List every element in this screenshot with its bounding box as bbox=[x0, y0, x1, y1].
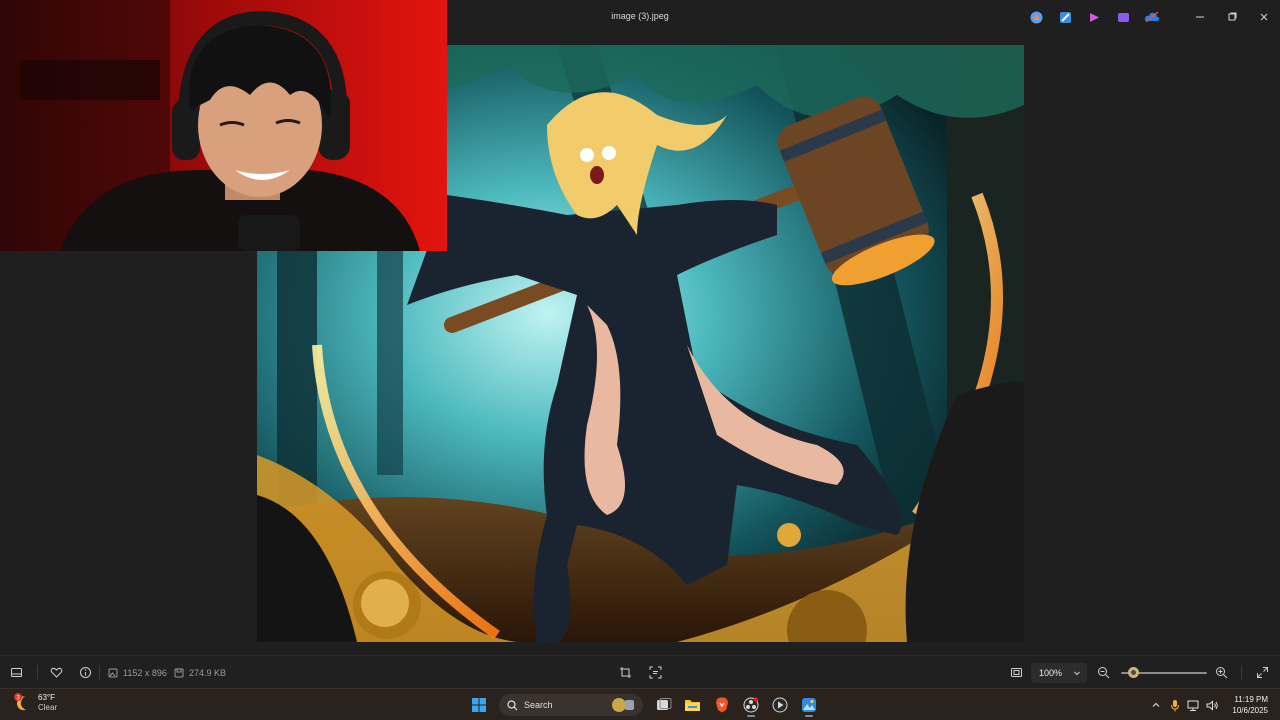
volume-tray-button[interactable] bbox=[1203, 689, 1222, 720]
taskbar: 3 63°F Clear Search 11:19 PM 10/6/2025 bbox=[0, 688, 1280, 720]
network-tray-button[interactable] bbox=[1184, 689, 1203, 720]
fit-icon bbox=[1011, 668, 1022, 677]
taskbar-search[interactable]: Search bbox=[499, 694, 643, 716]
file-size-text: 274.9 KB bbox=[189, 667, 227, 678]
photos-icon bbox=[801, 698, 816, 712]
filmstrip-button[interactable] bbox=[10, 656, 23, 689]
brave-icon bbox=[715, 697, 728, 713]
copilot-icon[interactable] bbox=[1026, 7, 1046, 27]
image-file-size: 274.9 KB bbox=[174, 656, 226, 689]
info-icon bbox=[80, 667, 91, 678]
chevron-up-icon bbox=[1152, 702, 1160, 707]
folder-icon bbox=[685, 700, 700, 711]
close-button[interactable] bbox=[1248, 0, 1280, 34]
system-tray: 11:19 PM 10/6/2025 bbox=[1146, 689, 1280, 720]
dimensions-text: 1152 x 896 bbox=[123, 667, 167, 678]
file-info-button[interactable] bbox=[79, 656, 92, 689]
obs-button[interactable] bbox=[738, 692, 763, 718]
disk-icon bbox=[174, 668, 184, 677]
file-explorer-button[interactable] bbox=[680, 692, 705, 718]
onedrive-icon[interactable] bbox=[1142, 7, 1162, 27]
play-icon bbox=[772, 697, 787, 713]
search-label: Search bbox=[524, 700, 553, 710]
bottom-toolbar: 1152 x 896 274.9 KB 100% bbox=[0, 655, 1280, 688]
task-view-icon bbox=[656, 698, 671, 710]
speaker-icon bbox=[1206, 699, 1219, 711]
media-player-button[interactable] bbox=[767, 692, 792, 718]
zoom-in-icon bbox=[1216, 667, 1228, 679]
expand-icon bbox=[1257, 667, 1268, 678]
zoom-dropdown[interactable]: 100% bbox=[1031, 656, 1087, 689]
webcam-overlay bbox=[0, 0, 447, 251]
zoom-in-button[interactable] bbox=[1215, 656, 1228, 689]
obs-icon bbox=[743, 697, 758, 713]
weather-temperature: 63°F bbox=[38, 693, 55, 702]
chevron-down-icon bbox=[1074, 671, 1080, 675]
search-highlight-icon bbox=[612, 698, 634, 712]
search-icon bbox=[507, 699, 518, 710]
clock-time: 11:19 PM bbox=[1234, 695, 1268, 704]
clipchamp-icon[interactable] bbox=[1084, 7, 1104, 27]
weather-widget[interactable]: 3 63°F Clear bbox=[12, 693, 57, 713]
network-icon bbox=[1187, 700, 1199, 711]
clock-date: 10/6/2025 bbox=[1232, 706, 1268, 715]
paint-icon[interactable] bbox=[1055, 7, 1075, 27]
windows-logo-icon bbox=[471, 698, 486, 712]
brave-browser-button[interactable] bbox=[709, 692, 734, 718]
crop-button[interactable] bbox=[619, 656, 632, 689]
maximize-button[interactable] bbox=[1216, 0, 1248, 34]
heart-icon bbox=[50, 667, 63, 678]
image-dimensions: 1152 x 896 bbox=[108, 656, 167, 689]
zoom-out-button[interactable] bbox=[1097, 656, 1110, 689]
microphone-icon bbox=[1170, 699, 1179, 711]
full-screen-button[interactable] bbox=[1256, 656, 1269, 689]
webcam-feed bbox=[0, 0, 447, 251]
filmstrip-icon bbox=[11, 668, 22, 677]
task-view-button[interactable] bbox=[651, 692, 676, 718]
designer-icon[interactable] bbox=[1113, 7, 1133, 27]
zoom-value: 100% bbox=[1039, 667, 1063, 678]
visual-search-icon bbox=[649, 666, 662, 679]
favorite-button[interactable] bbox=[50, 656, 63, 689]
image-icon bbox=[108, 668, 118, 677]
show-hidden-icons-button[interactable] bbox=[1146, 689, 1165, 720]
zoom-out-icon bbox=[1098, 667, 1110, 679]
minimize-button[interactable] bbox=[1184, 0, 1216, 34]
weather-condition: Clear bbox=[38, 703, 58, 712]
visual-search-button[interactable] bbox=[649, 656, 662, 689]
zoom-slider-thumb[interactable] bbox=[1128, 667, 1140, 678]
taskbar-clock[interactable]: 11:19 PM 10/6/2025 bbox=[1232, 694, 1268, 716]
microphone-tray-button[interactable] bbox=[1165, 689, 1184, 720]
moon-icon: 3 bbox=[14, 693, 26, 711]
start-button[interactable] bbox=[466, 692, 491, 718]
fit-to-window-button[interactable] bbox=[1010, 656, 1023, 689]
crop-icon bbox=[620, 667, 631, 678]
photos-button[interactable] bbox=[796, 692, 821, 718]
